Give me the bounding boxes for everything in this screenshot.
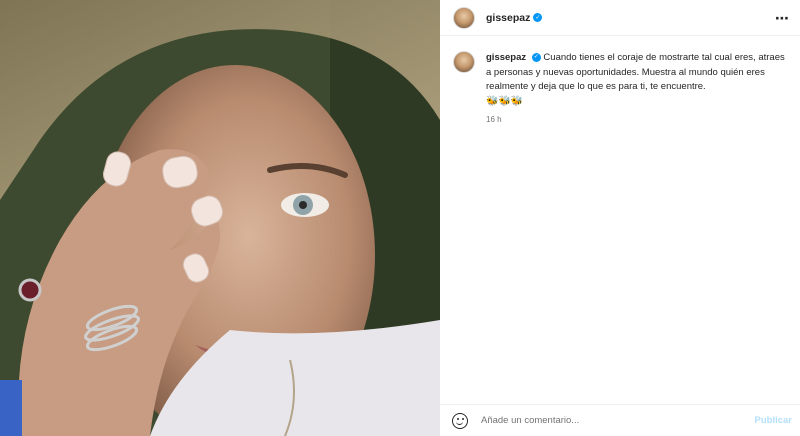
caption-avatar[interactable] [453,51,475,73]
caption-content: Cuando tienes el coraje de mostrarte tal… [486,52,785,92]
smiley-icon[interactable] [452,412,468,429]
more-options-icon[interactable]: ⋯ [775,10,790,27]
verified-badge-icon: ✓ [531,52,541,62]
caption-emojis: 🐝🐝🐝 [486,95,524,107]
post-detail-panel: gissepaz ✓ ⋯ gissepaz ✓ Cuando tienes el… [440,0,800,436]
publish-button[interactable]: Publicar [755,415,793,426]
post-image[interactable] [0,0,440,436]
post-author-username[interactable]: gissepaz [486,12,530,24]
caption-block: gissepaz ✓ Cuando tienes el coraje de mo… [453,51,793,124]
caption-text: gissepaz ✓ Cuando tienes el coraje de mo… [486,51,786,95]
caption-body: gissepaz ✓ Cuando tienes el coraje de mo… [486,51,786,124]
comment-bar: Publicar [440,404,800,436]
avatar[interactable] [453,6,475,29]
caption-username[interactable]: gissepaz [486,52,526,63]
verified-badge-icon: ✓ [533,13,543,22]
comment-input[interactable] [481,415,721,426]
post-timestamp[interactable]: 16 h [486,115,786,124]
post-header: gissepaz ✓ ⋯ [440,0,800,36]
